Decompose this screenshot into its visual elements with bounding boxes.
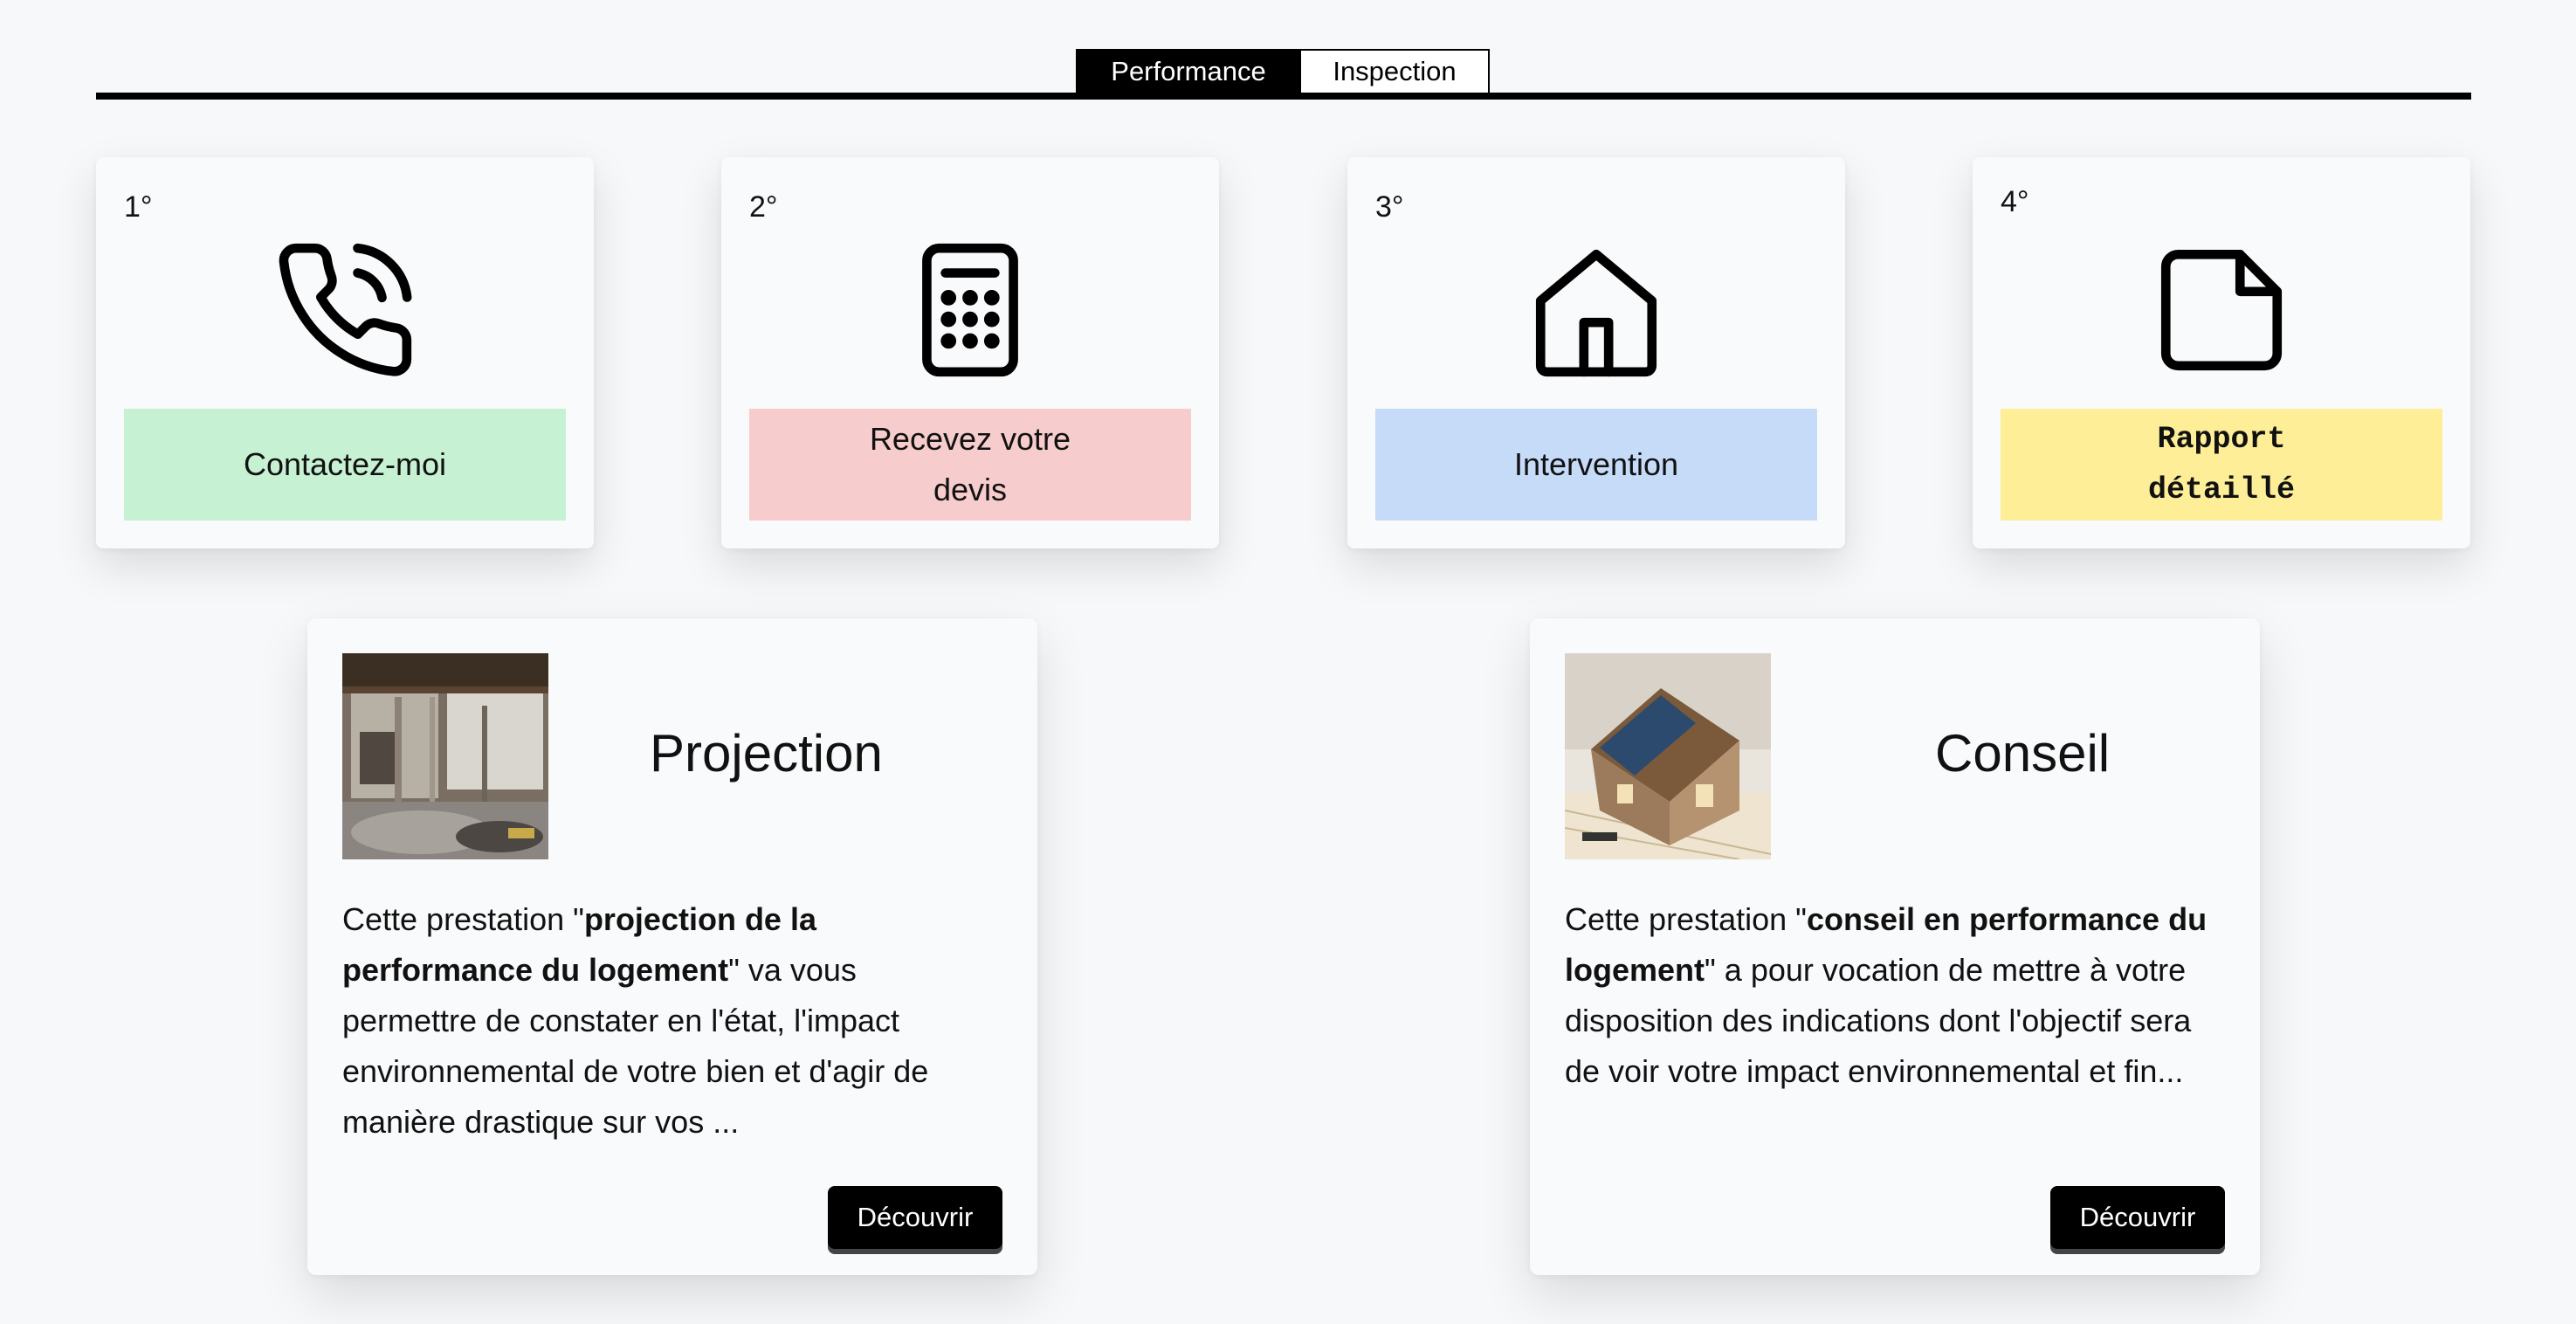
house-solar-model-photo: [1565, 653, 1771, 859]
tab-performance[interactable]: Performance: [1076, 49, 1301, 94]
step-label-quote: Recevez votre devis: [749, 409, 1191, 521]
service-title: Conseil: [1935, 724, 2111, 783]
step-number: 1°: [124, 190, 153, 224]
step-card-quote: 2° Recevez votre devis: [721, 157, 1219, 548]
step-number: 4°: [2001, 185, 2029, 218]
service-card-conseil: Conseil Cette prestation "conseil en per…: [1530, 618, 2260, 1275]
discover-button[interactable]: Découvrir: [828, 1186, 1002, 1249]
service-description: Cette prestation "conseil en performance…: [1565, 901, 2208, 1089]
step-card-report: 4° Rapport détaillé: [1973, 157, 2470, 548]
home-icon: [1535, 249, 1657, 377]
service-card-projection: Projection Cette prestation "projection …: [307, 618, 1037, 1275]
calculator-icon: [922, 243, 1018, 377]
construction-interior-photo: [342, 653, 548, 859]
tab-inspection[interactable]: Inspection: [1301, 49, 1490, 94]
step-card-intervention: 3° Intervention: [1347, 157, 1845, 548]
service-title: Projection: [650, 724, 883, 783]
step-label-report: Rapport détaillé: [2001, 409, 2442, 521]
tab-divider: [96, 93, 2471, 100]
top-cut-text: [0, 0, 2576, 5]
step-card-contact: 1° Contactez-moi: [96, 157, 594, 548]
document-icon: [2160, 249, 2283, 371]
service-description: Cette prestation "projection de la perfo…: [342, 901, 929, 1140]
tab-bar: Performance Inspection: [1076, 49, 1490, 94]
step-label-contact: Contactez-moi: [124, 409, 566, 521]
step-number: 3°: [1375, 190, 1404, 224]
discover-button[interactable]: Découvrir: [2050, 1186, 2225, 1249]
step-number: 2°: [749, 190, 778, 224]
step-label-intervention: Intervention: [1375, 409, 1817, 521]
phone-icon: [279, 243, 412, 376]
